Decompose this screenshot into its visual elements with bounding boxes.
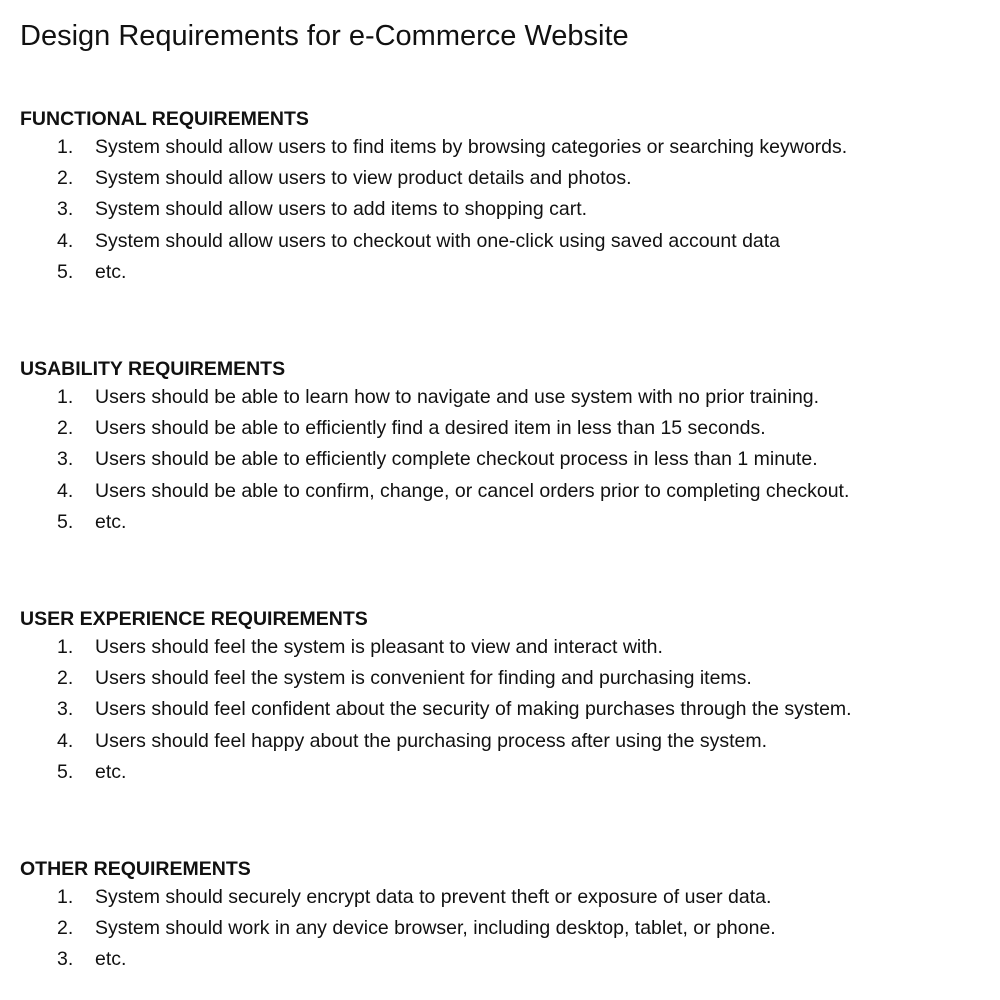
list-item: 3. etc. — [20, 944, 995, 975]
item-text: System should securely encrypt data to p… — [95, 886, 772, 908]
item-number: 3. — [57, 948, 74, 971]
item-text: Users should feel confident about the se… — [95, 698, 852, 721]
item-text: etc. — [95, 760, 127, 783]
list-item: 2. System should allow users to view prod… — [20, 163, 995, 194]
list-item: 4. System should allow users to checkout … — [20, 226, 995, 257]
item-text: Users should feel the system is pleasant… — [95, 636, 663, 658]
section-other-requirements: OTHER REQUIREMENTS 1. System should secur… — [20, 856, 995, 976]
item-text: Users should be able to confirm, change,… — [95, 479, 850, 502]
list-item: 1. System should allow users to find item… — [20, 132, 995, 163]
item-number: 2. — [57, 417, 74, 440]
item-number: 5. — [57, 510, 74, 533]
item-text: Users should be able to learn how to nav… — [95, 386, 820, 408]
item-text: Users should feel happy about the purcha… — [95, 729, 768, 752]
item-number: 1. — [57, 386, 74, 408]
section-user-experience-requirements: USER EXPERIENCE REQUIREMENTS 1. Users sho… — [20, 606, 995, 788]
list-item: 5. etc. — [20, 507, 995, 538]
item-number: 1. — [57, 886, 74, 908]
item-number: 4. — [57, 479, 74, 502]
item-text: etc. — [95, 260, 127, 283]
list-item: 3. Users should feel confident about the … — [20, 694, 995, 725]
item-text: System should allow users to checkout wi… — [95, 229, 781, 252]
list-item: 4. Users should be able to confirm, chang… — [20, 476, 995, 507]
list-item: 1. System should securely encrypt data to… — [20, 882, 995, 913]
list-item: 2. System should work in any device brows… — [20, 913, 995, 944]
requirements-list: 1. System should securely encrypt data to… — [20, 882, 995, 976]
item-number: 2. — [57, 167, 74, 190]
list-item: 2. Users should be able to efficiently fi… — [20, 413, 995, 444]
item-number: 3. — [57, 698, 74, 721]
section-heading: FUNCTIONAL REQUIREMENTS — [20, 108, 309, 130]
list-item: 5. etc. — [20, 757, 995, 788]
item-number: 2. — [57, 667, 74, 690]
document-title: Design Requirements for e-Commerce Websi… — [20, 20, 629, 52]
item-text: System should allow users to add items t… — [95, 198, 588, 221]
item-text: Users should be able to efficiently find… — [95, 417, 766, 440]
item-text: System should allow users to find items … — [95, 136, 848, 158]
item-number: 5. — [57, 760, 74, 783]
item-number: 1. — [57, 136, 74, 158]
item-number: 2. — [57, 917, 74, 940]
item-number: 1. — [57, 636, 74, 658]
requirements-list: 1. Users should be able to learn how to n… — [20, 382, 995, 538]
section-functional-requirements: FUNCTIONAL REQUIREMENTS 1. System should … — [20, 106, 995, 288]
section-usability-requirements: USABILITY REQUIREMENTS 1. Users should be… — [20, 356, 995, 538]
item-text: Users should feel the system is convenie… — [95, 667, 752, 690]
list-item: 1. Users should feel the system is pleasa… — [20, 632, 995, 663]
section-heading: USER EXPERIENCE REQUIREMENTS — [20, 608, 368, 630]
item-number: 5. — [57, 260, 74, 283]
item-text: System should work in any device browser… — [95, 917, 776, 940]
section-heading: USABILITY REQUIREMENTS — [20, 358, 286, 380]
requirements-list: 1. Users should feel the system is pleasa… — [20, 632, 995, 788]
section-heading: OTHER REQUIREMENTS — [20, 858, 251, 880]
list-item: 3. System should allow users to add items… — [20, 194, 995, 225]
item-number: 4. — [57, 229, 74, 252]
item-text: etc. — [95, 510, 127, 533]
item-text: etc. — [95, 948, 127, 971]
list-item: 1. Users should be able to learn how to n… — [20, 382, 995, 413]
requirements-list: 1. System should allow users to find item… — [20, 132, 995, 288]
list-item: 4. Users should feel happy about the purc… — [20, 726, 995, 757]
list-item: 5. etc. — [20, 257, 995, 288]
list-item: 2. Users should feel the system is conven… — [20, 663, 995, 694]
item-number: 3. — [57, 448, 74, 471]
item-text: Users should be able to efficiently comp… — [95, 448, 818, 471]
list-item: 3. Users should be able to efficiently co… — [20, 444, 995, 475]
item-number: 3. — [57, 198, 74, 221]
item-number: 4. — [57, 729, 74, 752]
item-text: System should allow users to view produc… — [95, 167, 632, 190]
